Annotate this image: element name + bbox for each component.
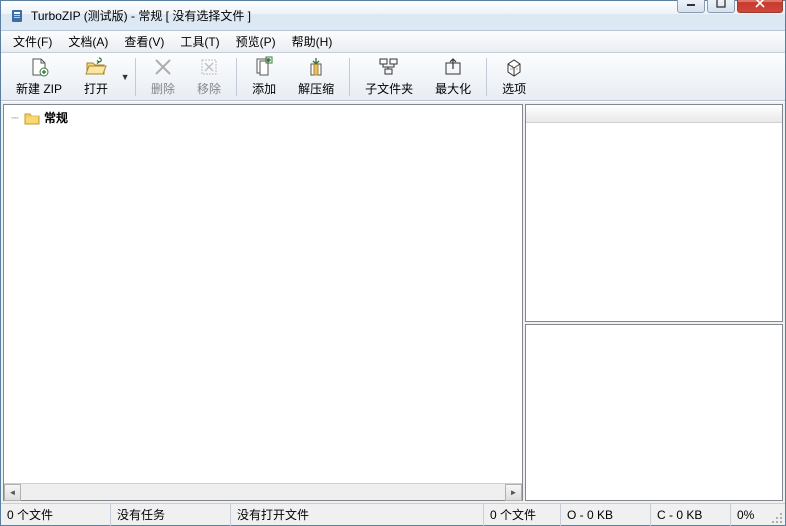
extract-icon [305,56,327,78]
statusbar: 0 个文件 没有任务 没有打开文件 0 个文件 O - 0 KB C - 0 K… [1,503,785,525]
subfolder-button[interactable]: 子文件夹 [354,55,424,99]
maximize-tool-button[interactable]: 最大化 [424,55,482,99]
new-zip-button[interactable]: 新建 ZIP [5,55,73,99]
remove-button[interactable]: 移除 [186,55,232,99]
tree-root-label: 常规 [44,109,68,126]
maximize-icon [442,56,464,78]
horizontal-scrollbar[interactable]: ◄ ► [4,483,522,500]
file-tree-pane: ┄ 常规 ◄ ► [3,104,523,501]
app-window: TurboZIP (测试版) - 常规 [ 没有选择文件 ] 文件(F) 文档(… [0,0,786,526]
status-compressed: C - 0 KB [651,504,731,526]
menu-preview[interactable]: 预览(P) [228,30,284,53]
options-button[interactable]: 选项 [491,55,537,99]
right-column [525,104,783,501]
folder-icon [24,111,40,125]
open-folder-icon [85,56,107,78]
maximize-label: 最大化 [435,80,471,97]
menu-help[interactable]: 帮助(H) [284,30,341,53]
add-button[interactable]: 添加 [241,55,287,99]
content-area: ┄ 常规 ◄ ► [1,101,785,503]
open-button[interactable]: 打开 [73,55,119,99]
menubar: 文件(F) 文档(A) 查看(V) 工具(T) 预览(P) 帮助(H) [1,31,785,53]
remove-icon [198,56,220,78]
maximize-button[interactable] [707,0,735,13]
status-task: 没有任务 [111,504,231,526]
preview-pane-top[interactable] [525,104,783,322]
preview-pane-bottom[interactable] [525,324,783,501]
menu-archive[interactable]: 文档(A) [60,30,116,53]
scroll-track[interactable] [21,484,505,500]
menu-view[interactable]: 查看(V) [116,30,172,53]
status-percent: 0% [731,504,767,526]
minimize-button[interactable] [677,0,705,13]
new-file-icon [28,56,50,78]
new-zip-label: 新建 ZIP [16,80,62,97]
tree-connector: ┄ [10,111,20,125]
separator [135,58,136,96]
window-controls [675,0,783,13]
scroll-left-icon[interactable]: ◄ [4,484,21,501]
delete-label: 删除 [151,80,175,97]
open-label: 打开 [84,80,108,97]
title-text: TurboZIP (测试版) - 常规 [ 没有选择文件 ] [31,7,675,24]
separator [236,58,237,96]
toolbar: 新建 ZIP 打开 ▼ 删除 [1,53,785,101]
options-icon [503,56,525,78]
status-open: 没有打开文件 [231,504,484,526]
tree-area[interactable]: ┄ 常规 [4,105,522,483]
remove-label: 移除 [197,80,221,97]
status-files2: 0 个文件 [484,504,561,526]
separator [349,58,350,96]
resize-grip[interactable] [767,504,785,526]
subfolder-icon [378,56,400,78]
delete-icon [152,56,174,78]
tree-root-node[interactable]: ┄ 常规 [10,109,516,126]
status-files: 0 个文件 [1,504,111,526]
titlebar[interactable]: TurboZIP (测试版) - 常规 [ 没有选择文件 ] [1,1,785,31]
add-icon [253,56,275,78]
menu-file[interactable]: 文件(F) [5,30,60,53]
subfolder-label: 子文件夹 [365,80,413,97]
close-button[interactable] [737,0,783,13]
add-label: 添加 [252,80,276,97]
extract-label: 解压缩 [298,80,334,97]
scroll-right-icon[interactable]: ► [505,484,522,501]
open-dropdown[interactable]: ▼ [119,55,131,99]
list-header[interactable] [526,105,782,123]
menu-tools[interactable]: 工具(T) [172,30,227,53]
separator [486,58,487,96]
delete-button[interactable]: 删除 [140,55,186,99]
status-original: O - 0 KB [561,504,651,526]
extract-button[interactable]: 解压缩 [287,55,345,99]
options-label: 选项 [502,80,526,97]
app-icon [9,8,25,24]
